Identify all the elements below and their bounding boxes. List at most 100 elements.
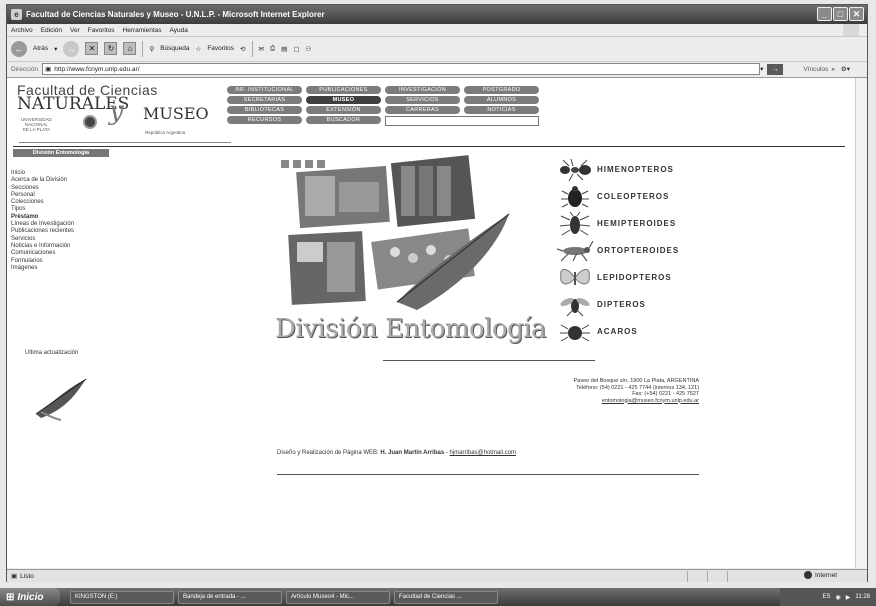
vertical-scrollbar[interactable]: [855, 78, 867, 568]
order-link-himenopteros[interactable]: HIMENOPTEROS: [557, 156, 679, 183]
nav-noticias[interactable]: NOTICIAS: [464, 106, 539, 114]
sidenav-item[interactable]: Colecciones: [11, 199, 74, 206]
start-label[interactable]: Inicio: [17, 592, 43, 603]
forward-arrow-icon[interactable]: →: [63, 40, 80, 57]
sidenav-item[interactable]: Acerca de la División: [11, 177, 74, 184]
nav-carreras[interactable]: CARRERAS: [385, 106, 460, 114]
nav-inf-institucional[interactable]: INF. INSTITUCIONAL: [227, 86, 302, 94]
credits-email-link[interactable]: hjmarribas@hotmail.com: [450, 450, 516, 456]
mite-icon: [560, 324, 590, 341]
nav-buscador[interactable]: BUSCADOR: [306, 116, 381, 124]
links-label[interactable]: Vínculos: [803, 66, 828, 73]
extra-tools-icon[interactable]: ⚙▾: [841, 65, 850, 73]
sidenav-item[interactable]: Personal: [11, 192, 74, 199]
address-input[interactable]: ▣ http://www.fcnym.unlp.edu.ar/: [42, 63, 761, 75]
order-name[interactable]: ACAROS: [597, 327, 638, 336]
nav-alumnos[interactable]: ALUMNOS: [464, 96, 539, 104]
sidenav-item[interactable]: Noticias e Información: [11, 243, 74, 250]
contact-email-link[interactable]: entomologia@museo.fcnym.unlp.edu.ar: [487, 398, 699, 405]
sidenav-item[interactable]: Secciones: [11, 185, 74, 192]
volume-icon[interactable]: ▶: [846, 594, 851, 601]
task-inbox[interactable]: Bandeja de entrada - ...: [178, 590, 282, 604]
order-name[interactable]: HIMENOPTEROS: [597, 165, 674, 174]
go-arrow-icon[interactable]: →: [767, 63, 784, 75]
home-icon[interactable]: ⌂: [123, 42, 137, 55]
nav-postgrado[interactable]: POSTGRADO: [464, 86, 539, 94]
logo-unlp-line: DE LA PLATA: [22, 127, 51, 132]
nav-extension[interactable]: EXTENSIÓN: [306, 106, 381, 114]
nav-servicios[interactable]: SERVICIOS: [385, 96, 460, 104]
sidenav-item[interactable]: Tipos: [11, 206, 74, 213]
nav-secretarias[interactable]: SECRETARIAS: [227, 96, 302, 104]
back-arrow-icon[interactable]: ←: [11, 40, 27, 57]
task-kingston[interactable]: KINGSTON (E:): [70, 590, 174, 604]
division-label: División Entomología: [13, 149, 109, 157]
mail-icon[interactable]: ✉: [259, 45, 264, 53]
menu-ayuda[interactable]: Ayuda: [170, 27, 188, 34]
page-status-icon: ▣: [11, 573, 18, 580]
nav-recursos[interactable]: RECURSOS: [227, 116, 302, 124]
links-chevron-icon[interactable]: »: [831, 66, 835, 73]
sidenav-item-current[interactable]: Préstamo: [11, 214, 74, 221]
side-nav: Inicio Acerca de la División Secciones P…: [11, 170, 74, 272]
sidenav-item[interactable]: Publicaciones recientes: [11, 228, 74, 235]
order-link-ortopteroides[interactable]: ORTOPTEROIDES: [557, 237, 679, 264]
task-internet-explorer[interactable]: Facultad de Ciencias ...: [394, 590, 498, 604]
order-link-coleopteros[interactable]: COLEOPTEROS: [557, 183, 679, 210]
nav-bibliotecas[interactable]: BIBLIOTECAS: [227, 106, 302, 114]
back-dropdown-icon[interactable]: ▾: [54, 45, 57, 53]
task-word-document[interactable]: Artículo Museo4 - Mic...: [286, 590, 390, 604]
network-icon[interactable]: ◉: [836, 594, 841, 601]
ie-icon: e: [11, 9, 22, 20]
sidenav-item[interactable]: Formularios: [11, 258, 74, 265]
sidenav-item[interactable]: Imágenes: [11, 265, 74, 272]
stop-icon[interactable]: ✕: [85, 42, 99, 55]
status-bar: ▣ Listo Internet: [7, 569, 867, 582]
search-icon[interactable]: ⚲: [149, 45, 154, 53]
discuss-icon[interactable]: ▢: [293, 45, 299, 53]
edit-icon[interactable]: ▤: [281, 45, 287, 53]
close-button[interactable]: ✕: [849, 7, 864, 21]
site-search-input[interactable]: [385, 116, 539, 126]
menu-herramientas[interactable]: Herramientas: [123, 27, 162, 34]
search-label[interactable]: Búsqueda: [160, 45, 189, 52]
language-indicator[interactable]: ES: [823, 594, 831, 600]
toolbar-separator: [251, 40, 253, 57]
start-button[interactable]: ⊞ Inicio: [0, 588, 60, 606]
maximize-button[interactable]: □: [833, 7, 848, 21]
order-link-acaros[interactable]: ACAROS: [557, 318, 679, 345]
nav-investigacion[interactable]: INVESTIGACIÓN: [385, 86, 460, 94]
sidenav-item[interactable]: Líneas de Investigación: [11, 221, 74, 228]
order-link-hemipteroides[interactable]: HEMIPTEROIDES: [557, 210, 679, 237]
sidenav-item[interactable]: Inicio: [11, 170, 74, 177]
clock: 11:28: [855, 594, 870, 600]
order-name[interactable]: HEMIPTEROIDES: [597, 219, 676, 228]
history-icon[interactable]: ⟲: [240, 45, 245, 53]
order-name[interactable]: COLEOPTEROS: [597, 192, 669, 201]
order-name[interactable]: ORTOPTEROIDES: [597, 246, 679, 255]
menu-favoritos[interactable]: Favoritos: [88, 27, 115, 34]
nav-publicaciones[interactable]: PUBLICACIONES: [306, 86, 381, 94]
sidenav-item[interactable]: Servicios: [11, 236, 74, 243]
menu-archivo[interactable]: Archivo: [11, 27, 33, 34]
address-dropdown-icon[interactable]: ▾: [760, 65, 763, 73]
print-icon[interactable]: ⎙: [270, 45, 275, 53]
menu-edicion[interactable]: Edición: [41, 27, 62, 34]
order-link-dipteros[interactable]: DIPTEROS: [557, 291, 679, 318]
menu-ver[interactable]: Ver: [70, 27, 80, 34]
favorites-label[interactable]: Favoritos: [207, 45, 234, 52]
last-update-label: Ultima actualización: [25, 350, 79, 356]
minimize-button[interactable]: _: [817, 7, 832, 21]
refresh-icon[interactable]: ↻: [104, 42, 118, 55]
back-label[interactable]: Atrás: [33, 45, 48, 52]
faculty-logo[interactable]: Facultad de Ciencias NATURALES y MUSEO U…: [13, 82, 231, 144]
favorites-star-icon[interactable]: ☆: [195, 45, 201, 53]
nav-museo[interactable]: MUSEO: [306, 96, 381, 104]
order-name[interactable]: LEPIDOPTEROS: [597, 273, 672, 282]
sidenav-item[interactable]: Comunicaciones: [11, 250, 74, 257]
address-url[interactable]: http://www.fcnym.unlp.edu.ar/: [54, 66, 139, 73]
messenger-icon[interactable]: ⚇: [305, 45, 311, 53]
order-name[interactable]: DIPTEROS: [597, 300, 646, 309]
order-link-lepidopteros[interactable]: LEPIDOPTEROS: [557, 264, 679, 291]
zone-label: Internet: [814, 571, 837, 579]
